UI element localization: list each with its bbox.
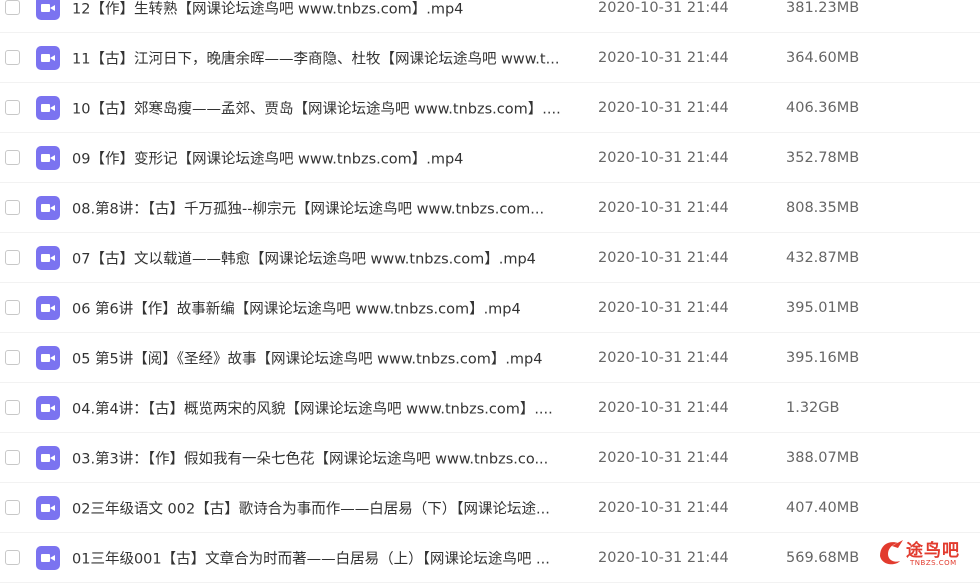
file-modified-date: 2020-10-31 21:44 (598, 400, 729, 416)
row-checkbox[interactable] (5, 400, 20, 415)
file-modified-date: 2020-10-31 21:44 (598, 300, 729, 316)
file-size: 395.01MB (786, 300, 860, 316)
file-row[interactable]: 11【古】江河日下，晚唐余晖——李商隐、杜牧【网课论坛途鸟吧 www.t... 2… (0, 33, 980, 83)
file-name[interactable]: 03.第3讲：【作】假如我有一朵七色花【网课论坛途鸟吧 www.tnbzs.co… (72, 448, 582, 469)
file-name[interactable]: 01三年级001【古】文章合为时而著——白居易（上）【网课论坛途鸟吧 ... (72, 548, 582, 569)
file-size: 352.78MB (786, 150, 860, 166)
row-checkbox[interactable] (5, 150, 20, 165)
file-size: 381.23MB (786, 0, 860, 16)
row-checkbox[interactable] (5, 450, 20, 465)
watermark-text: 途鸟吧 (906, 541, 960, 561)
row-checkbox[interactable] (5, 550, 20, 565)
file-row[interactable]: 04.第4讲：【古】概览两宋的风貌【网课论坛途鸟吧 www.tnbzs.com】… (0, 383, 980, 433)
watermark: 途鸟吧 TNBZS.COM (876, 534, 976, 572)
row-checkbox[interactable] (5, 350, 20, 365)
file-row[interactable]: 01三年级001【古】文章合为时而著——白居易（上）【网课论坛途鸟吧 ... 20… (0, 533, 980, 583)
bird-logo-icon (880, 540, 903, 565)
row-checkbox[interactable] (5, 200, 20, 215)
file-name[interactable]: 11【古】江河日下，晚唐余晖——李商隐、杜牧【网课论坛途鸟吧 www.t... (72, 48, 582, 69)
file-row[interactable]: 05 第5讲【阅】《圣经》故事【网课论坛途鸟吧 www.tnbzs.com】.m… (0, 333, 980, 383)
file-row[interactable]: 08.第8讲：【古】千万孤独--柳宗元【网课论坛途鸟吧 www.tnbzs.co… (0, 183, 980, 233)
file-modified-date: 2020-10-31 21:44 (598, 450, 729, 466)
row-checkbox[interactable] (5, 300, 20, 315)
file-modified-date: 2020-10-31 21:44 (598, 50, 729, 66)
row-checkbox[interactable] (5, 0, 20, 15)
file-size: 395.16MB (786, 350, 860, 366)
video-file-icon (36, 246, 60, 270)
video-file-icon (36, 46, 60, 70)
file-row[interactable]: 10【古】郊寒岛瘦——孟郊、贾岛【网课论坛途鸟吧 www.tnbzs.com】.… (0, 83, 980, 133)
file-modified-date: 2020-10-31 21:44 (598, 0, 729, 16)
file-row[interactable]: 09【作】变形记【网课论坛途鸟吧 www.tnbzs.com】.mp4 2020-… (0, 133, 980, 183)
row-checkbox[interactable] (5, 100, 20, 115)
file-name[interactable]: 06 第6讲【作】故事新编【网课论坛途鸟吧 www.tnbzs.com】.mp4 (72, 298, 582, 319)
file-row[interactable]: 02三年级语文 002【古】歌诗合为事而作——白居易（下）【网课论坛途... 20… (0, 483, 980, 533)
video-file-icon (36, 0, 60, 20)
file-modified-date: 2020-10-31 21:44 (598, 250, 729, 266)
file-name[interactable]: 02三年级语文 002【古】歌诗合为事而作——白居易（下）【网课论坛途... (72, 498, 582, 519)
file-modified-date: 2020-10-31 21:44 (598, 350, 729, 366)
video-file-icon (36, 496, 60, 520)
file-modified-date: 2020-10-31 21:44 (598, 200, 729, 216)
row-checkbox[interactable] (5, 250, 20, 265)
video-file-icon (36, 296, 60, 320)
file-row[interactable]: 03.第3讲：【作】假如我有一朵七色花【网课论坛途鸟吧 www.tnbzs.co… (0, 433, 980, 483)
video-file-icon (36, 396, 60, 420)
file-size: 808.35MB (786, 200, 860, 216)
file-size: 364.60MB (786, 50, 860, 66)
row-checkbox[interactable] (5, 50, 20, 65)
video-file-icon (36, 96, 60, 120)
file-name[interactable]: 09【作】变形记【网课论坛途鸟吧 www.tnbzs.com】.mp4 (72, 148, 582, 169)
video-file-icon (36, 446, 60, 470)
file-modified-date: 2020-10-31 21:44 (598, 550, 729, 566)
file-list: 12【作】生转熟【网课论坛途鸟吧 www.tnbzs.com】.mp4 2020-… (0, 0, 980, 583)
video-file-icon (36, 146, 60, 170)
file-name[interactable]: 10【古】郊寒岛瘦——孟郊、贾岛【网课论坛途鸟吧 www.tnbzs.com】.… (72, 98, 582, 119)
file-size: 569.68MB (786, 550, 860, 566)
file-size: 388.07MB (786, 450, 860, 466)
file-modified-date: 2020-10-31 21:44 (598, 150, 729, 166)
video-file-icon (36, 546, 60, 570)
file-name[interactable]: 07【古】文以载道——韩愈【网课论坛途鸟吧 www.tnbzs.com】.mp4 (72, 248, 582, 269)
row-checkbox[interactable] (5, 500, 20, 515)
file-modified-date: 2020-10-31 21:44 (598, 100, 729, 116)
file-size: 432.87MB (786, 250, 860, 266)
file-row[interactable]: 12【作】生转熟【网课论坛途鸟吧 www.tnbzs.com】.mp4 2020-… (0, 0, 980, 33)
file-modified-date: 2020-10-31 21:44 (598, 500, 729, 516)
file-name[interactable]: 08.第8讲：【古】千万孤独--柳宗元【网课论坛途鸟吧 www.tnbzs.co… (72, 198, 582, 219)
file-name[interactable]: 05 第5讲【阅】《圣经》故事【网课论坛途鸟吧 www.tnbzs.com】.m… (72, 348, 582, 369)
video-file-icon (36, 346, 60, 370)
watermark-subtext: TNBZS.COM (910, 559, 957, 567)
file-size: 406.36MB (786, 100, 860, 116)
file-size: 407.40MB (786, 500, 860, 516)
video-file-icon (36, 196, 60, 220)
file-row[interactable]: 07【古】文以载道——韩愈【网课论坛途鸟吧 www.tnbzs.com】.mp4… (0, 233, 980, 283)
file-row[interactable]: 06 第6讲【作】故事新编【网课论坛途鸟吧 www.tnbzs.com】.mp4… (0, 283, 980, 333)
file-size: 1.32GB (786, 400, 840, 416)
file-name[interactable]: 04.第4讲：【古】概览两宋的风貌【网课论坛途鸟吧 www.tnbzs.com】… (72, 398, 582, 419)
file-name[interactable]: 12【作】生转熟【网课论坛途鸟吧 www.tnbzs.com】.mp4 (72, 0, 582, 19)
